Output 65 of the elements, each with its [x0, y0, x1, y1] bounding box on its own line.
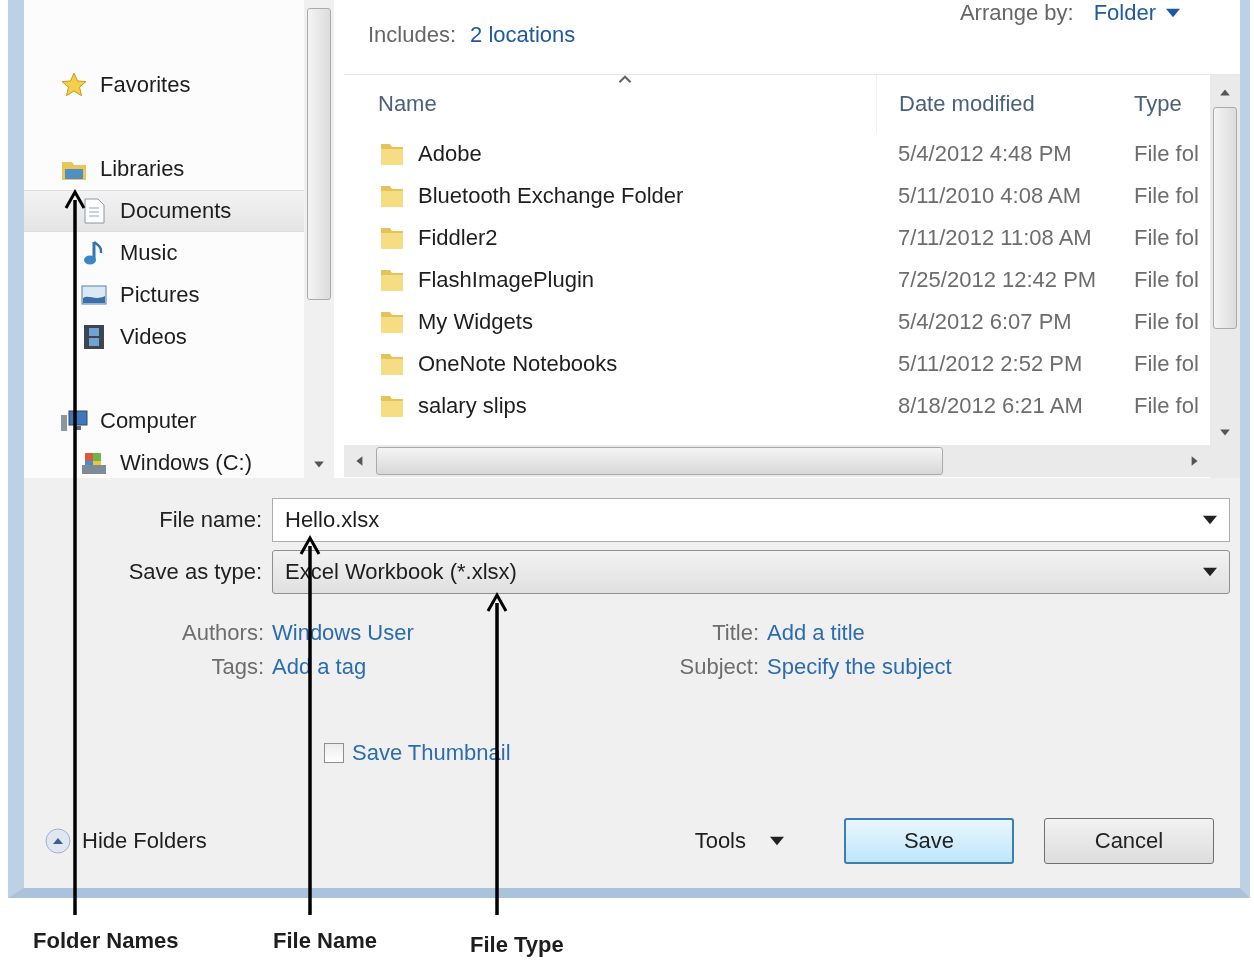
locations-link[interactable]: 2 locations: [470, 22, 576, 48]
scrollbar-thumb[interactable]: [376, 447, 943, 475]
scrollbar[interactable]: [304, 0, 334, 478]
includes-label: Includes:: [368, 22, 457, 48]
date-cell-text: 5/11/2010 4:08 AM: [897, 183, 1083, 209]
nav-item[interactable]: Pictures: [24, 274, 304, 316]
type-cell-text: File fol: [1133, 267, 1200, 293]
save-as-type-label: Save as type:: [127, 559, 263, 585]
dropdown-arrow-icon[interactable]: [1203, 565, 1217, 579]
type-cell-text: File fol: [1133, 141, 1200, 167]
hide-folders-button[interactable]: Hide Folders: [44, 827, 207, 855]
nav-item[interactable]: Music: [24, 232, 304, 274]
chevron-up-icon[interactable]: [44, 827, 72, 855]
file-name-field[interactable]: Hello.xlsx: [272, 498, 1230, 542]
date-cell-text: 5/11/2012 2:52 PM: [897, 351, 1084, 377]
scrollbar[interactable]: [1210, 75, 1240, 478]
file-name-label: File name:: [158, 507, 263, 533]
type-cell-text: File fol: [1133, 309, 1200, 335]
scrollbar-thumb[interactable]: [307, 8, 331, 300]
file-name-cell[interactable]: Adobe: [418, 141, 482, 167]
column-header[interactable]: Name: [344, 75, 876, 133]
date-cell-text: 7/25/2012 12:42 PM: [897, 267, 1098, 293]
property-link[interactable]: Add a title: [767, 620, 1230, 646]
property-label: Tags:: [210, 654, 265, 680]
nav-item[interactable]: Computer: [24, 400, 304, 442]
file-name-cell[interactable]: OneNote Notebooks: [418, 351, 618, 377]
nav-item[interactable]: Windows (C:): [24, 442, 304, 484]
scrollbar[interactable]: [344, 445, 1210, 477]
property-label: Subject:: [678, 654, 760, 680]
file-name-cell[interactable]: salary slips: [418, 393, 527, 419]
file-name-cell[interactable]: Fiddler2: [418, 225, 498, 251]
date-cell-text: 5/4/2012 4:48 PM: [897, 141, 1073, 167]
nav-item[interactable]: Videos: [24, 316, 304, 358]
column-header[interactable]: Date modified: [876, 75, 1116, 133]
type-cell-text: File fol: [1133, 225, 1200, 251]
dropdown-arrow-icon[interactable]: [770, 834, 784, 848]
checkbox[interactable]: [324, 743, 344, 763]
nav-item[interactable]: Favorites: [24, 64, 304, 106]
nav-item[interactable]: Libraries: [24, 148, 304, 190]
arrange-by-label: Arrange by:: [959, 0, 1074, 26]
star-icon: [60, 71, 88, 99]
dropdown-arrow-icon[interactable]: [1203, 513, 1217, 527]
annotation-label: File Name: [273, 928, 377, 954]
property-label: Authors:: [181, 620, 265, 646]
type-cell-text: File fol: [1133, 393, 1200, 419]
annotation-label: Folder Names: [33, 928, 179, 954]
file-name-cell[interactable]: FlashImagePlugin: [418, 267, 595, 293]
file-name-cell[interactable]: My Widgets: [418, 309, 533, 335]
save-button[interactable]: Save: [844, 818, 1014, 864]
date-cell-text: 8/18/2012 6:21 AM: [897, 393, 1084, 419]
type-cell-text: File fol: [1133, 183, 1200, 209]
scrollbar-thumb[interactable]: [1213, 107, 1237, 329]
cancel-button[interactable]: Cancel: [1044, 818, 1214, 864]
arrange-by-link[interactable]: Folder: [1093, 0, 1156, 26]
tools-menu[interactable]: Tools: [694, 828, 784, 854]
dropdown-arrow-icon[interactable]: [1166, 6, 1180, 20]
column-header[interactable]: Type: [1116, 75, 1210, 133]
date-cell-text: 5/4/2012 6:07 PM: [897, 309, 1073, 335]
nav-item[interactable]: Documents: [24, 190, 304, 232]
file-name-cell[interactable]: Bluetooth Exchange Folder: [418, 183, 684, 209]
property-label: Title:: [711, 620, 760, 646]
type-cell-text: File fol: [1133, 351, 1200, 377]
annotation-label: File Type: [470, 932, 564, 958]
property-link[interactable]: Specify the subject: [767, 654, 1230, 680]
date-cell-text: 7/11/2012 11:08 AM: [897, 225, 1093, 251]
